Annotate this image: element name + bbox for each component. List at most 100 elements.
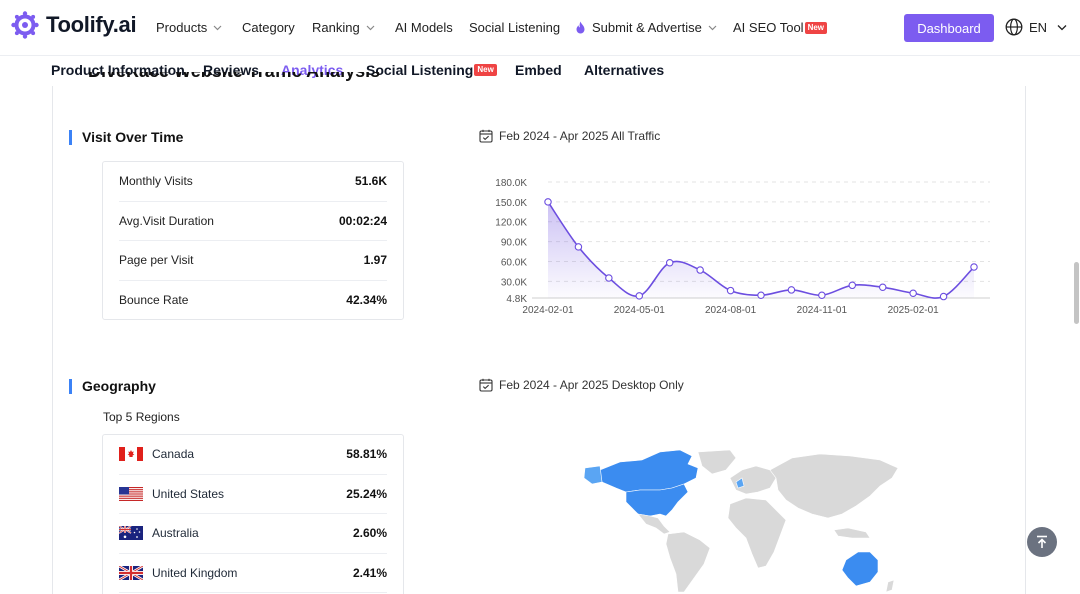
nav-label: Submit & Advertise xyxy=(592,20,702,35)
region-value: 2.41% xyxy=(352,565,387,580)
series-area xyxy=(548,201,974,299)
data-point[interactable] xyxy=(757,291,765,299)
regions-table: Canada 58.81% United States 25.24% Austr… xyxy=(102,434,404,594)
data-point[interactable] xyxy=(726,286,735,295)
date-range-text: Feb 2024 - Apr 2025 Desktop Only xyxy=(499,378,684,392)
region-value: 58.81% xyxy=(346,447,387,462)
map-alaska xyxy=(583,465,603,485)
chevron-down-icon xyxy=(366,25,375,30)
nav-label: Social Listening xyxy=(469,20,561,35)
y-tick-label: 60.0K xyxy=(501,257,527,268)
x-tick-label: 2024-08-01 xyxy=(705,305,757,316)
nav-submit-advertise[interactable]: Submit & Advertise xyxy=(575,20,717,35)
logo-text: Toolify.ai xyxy=(46,12,137,37)
nav-products[interactable]: Products xyxy=(156,20,222,35)
section-heading-cut: DiveRace Website Traffic Analysis xyxy=(88,72,380,88)
nav-ai-models[interactable]: AI Models xyxy=(395,20,453,35)
stat-value: 00:02:24 xyxy=(338,213,387,228)
data-point[interactable] xyxy=(787,286,796,294)
nav-social-listening[interactable]: Social Listening xyxy=(469,20,560,35)
y-tick-label: 180.0K xyxy=(495,178,527,189)
region-name: United States xyxy=(152,486,225,501)
map-africa xyxy=(727,497,787,569)
calendar-icon xyxy=(479,129,493,143)
chevron-down-icon xyxy=(708,25,717,30)
stat-row: Bounce Rate 42.34% xyxy=(119,281,387,321)
nav-label: Products xyxy=(156,20,208,35)
data-point[interactable] xyxy=(696,266,704,274)
region-row: United States 25.24% xyxy=(119,475,387,514)
page-scrollbar[interactable] xyxy=(1074,262,1079,324)
toolify-logo-icon xyxy=(11,11,39,39)
stat-label: Bounce Rate xyxy=(119,293,189,308)
top-regions-label: Top 5 Regions xyxy=(103,410,180,424)
stat-row: Avg.Visit Duration 00:02:24 xyxy=(119,202,387,241)
map-greenland xyxy=(697,449,737,475)
stat-label: Avg.Visit Duration xyxy=(119,213,214,228)
tab-embed[interactable]: Embed xyxy=(515,62,562,78)
australia-flag-icon xyxy=(119,526,143,541)
chevron-down-icon xyxy=(213,25,222,30)
map-asia xyxy=(769,453,899,519)
nav-label: AI Models xyxy=(395,20,453,35)
geography-title: Geography xyxy=(69,378,156,394)
date-range-text: Feb 2024 - Apr 2025 All Traffic xyxy=(499,129,661,143)
data-point[interactable] xyxy=(635,292,644,300)
visit-over-time-title: Visit Over Time xyxy=(69,129,183,145)
traffic-stats-table: Monthly Visits 51.6K Avg.Visit Duration … xyxy=(102,161,404,320)
world-map xyxy=(583,449,899,593)
new-badge: New xyxy=(474,64,497,76)
data-point[interactable] xyxy=(848,281,857,290)
tab-alternatives[interactable]: Alternatives xyxy=(584,62,664,78)
dashboard-button[interactable]: Dashboard xyxy=(904,14,994,42)
section-title-text: Geography xyxy=(82,378,156,394)
us-flag-icon xyxy=(119,486,143,501)
y-tick-label: 90.0K xyxy=(501,238,527,249)
map-europe xyxy=(729,465,777,495)
nav-ranking[interactable]: Ranking xyxy=(312,20,375,35)
language-label: EN xyxy=(1029,19,1048,35)
tab-social-listening[interactable]: Social Listening New xyxy=(366,62,497,78)
y-tick-label: 120.0K xyxy=(495,218,527,229)
stat-value: 51.6K xyxy=(354,174,387,189)
data-point[interactable] xyxy=(939,292,948,301)
tab-label: Social Listening xyxy=(366,62,474,78)
stat-row: Monthly Visits 51.6K xyxy=(119,162,387,202)
map-australia xyxy=(841,551,879,587)
stat-row: Page per Visit 1.97 xyxy=(119,241,387,281)
region-name: Australia xyxy=(152,526,199,541)
region-value: 25.24% xyxy=(346,486,387,501)
region-value: 2.60% xyxy=(352,526,387,541)
scroll-to-top-button[interactable] xyxy=(1027,527,1057,557)
data-point[interactable] xyxy=(878,283,887,292)
geography-date-range: Feb 2024 - Apr 2025 Desktop Only xyxy=(479,378,684,392)
map-indonesia xyxy=(833,527,871,539)
nav-ai-seo-tool[interactable]: AI SEO Tool New xyxy=(733,20,828,35)
data-point[interactable] xyxy=(909,289,917,297)
nav-category[interactable]: Category xyxy=(242,20,295,35)
region-row: United Kingdom 2.41% xyxy=(119,554,387,593)
stat-label: Page per Visit xyxy=(119,253,194,268)
map-south-america xyxy=(665,531,711,593)
data-point[interactable] xyxy=(970,263,978,271)
section-accent-bar xyxy=(69,378,72,394)
section-title-text: Visit Over Time xyxy=(82,129,184,145)
region-row: Australia 2.60% xyxy=(119,514,387,554)
logo[interactable]: Toolify.ai xyxy=(11,11,137,39)
language-selector[interactable]: EN xyxy=(1005,18,1067,36)
calendar-icon xyxy=(479,378,493,392)
data-point[interactable] xyxy=(574,243,583,251)
region-name: United Kingdom xyxy=(152,565,238,580)
data-point[interactable] xyxy=(605,274,613,282)
map-central-america xyxy=(637,513,671,535)
tab-label: Alternatives xyxy=(584,62,665,78)
y-tick-label: 150.0K xyxy=(495,198,527,209)
data-point[interactable] xyxy=(665,259,674,267)
y-tick-label: 30.0K xyxy=(501,277,527,288)
tab-label: Embed xyxy=(515,62,562,78)
top-header: Toolify.ai Products Category Ranking AI … xyxy=(0,0,1080,56)
data-point[interactable] xyxy=(818,291,826,299)
x-tick-label: 2024-02-01 xyxy=(522,305,574,316)
uk-flag-icon xyxy=(119,565,143,580)
data-point[interactable] xyxy=(544,198,552,206)
